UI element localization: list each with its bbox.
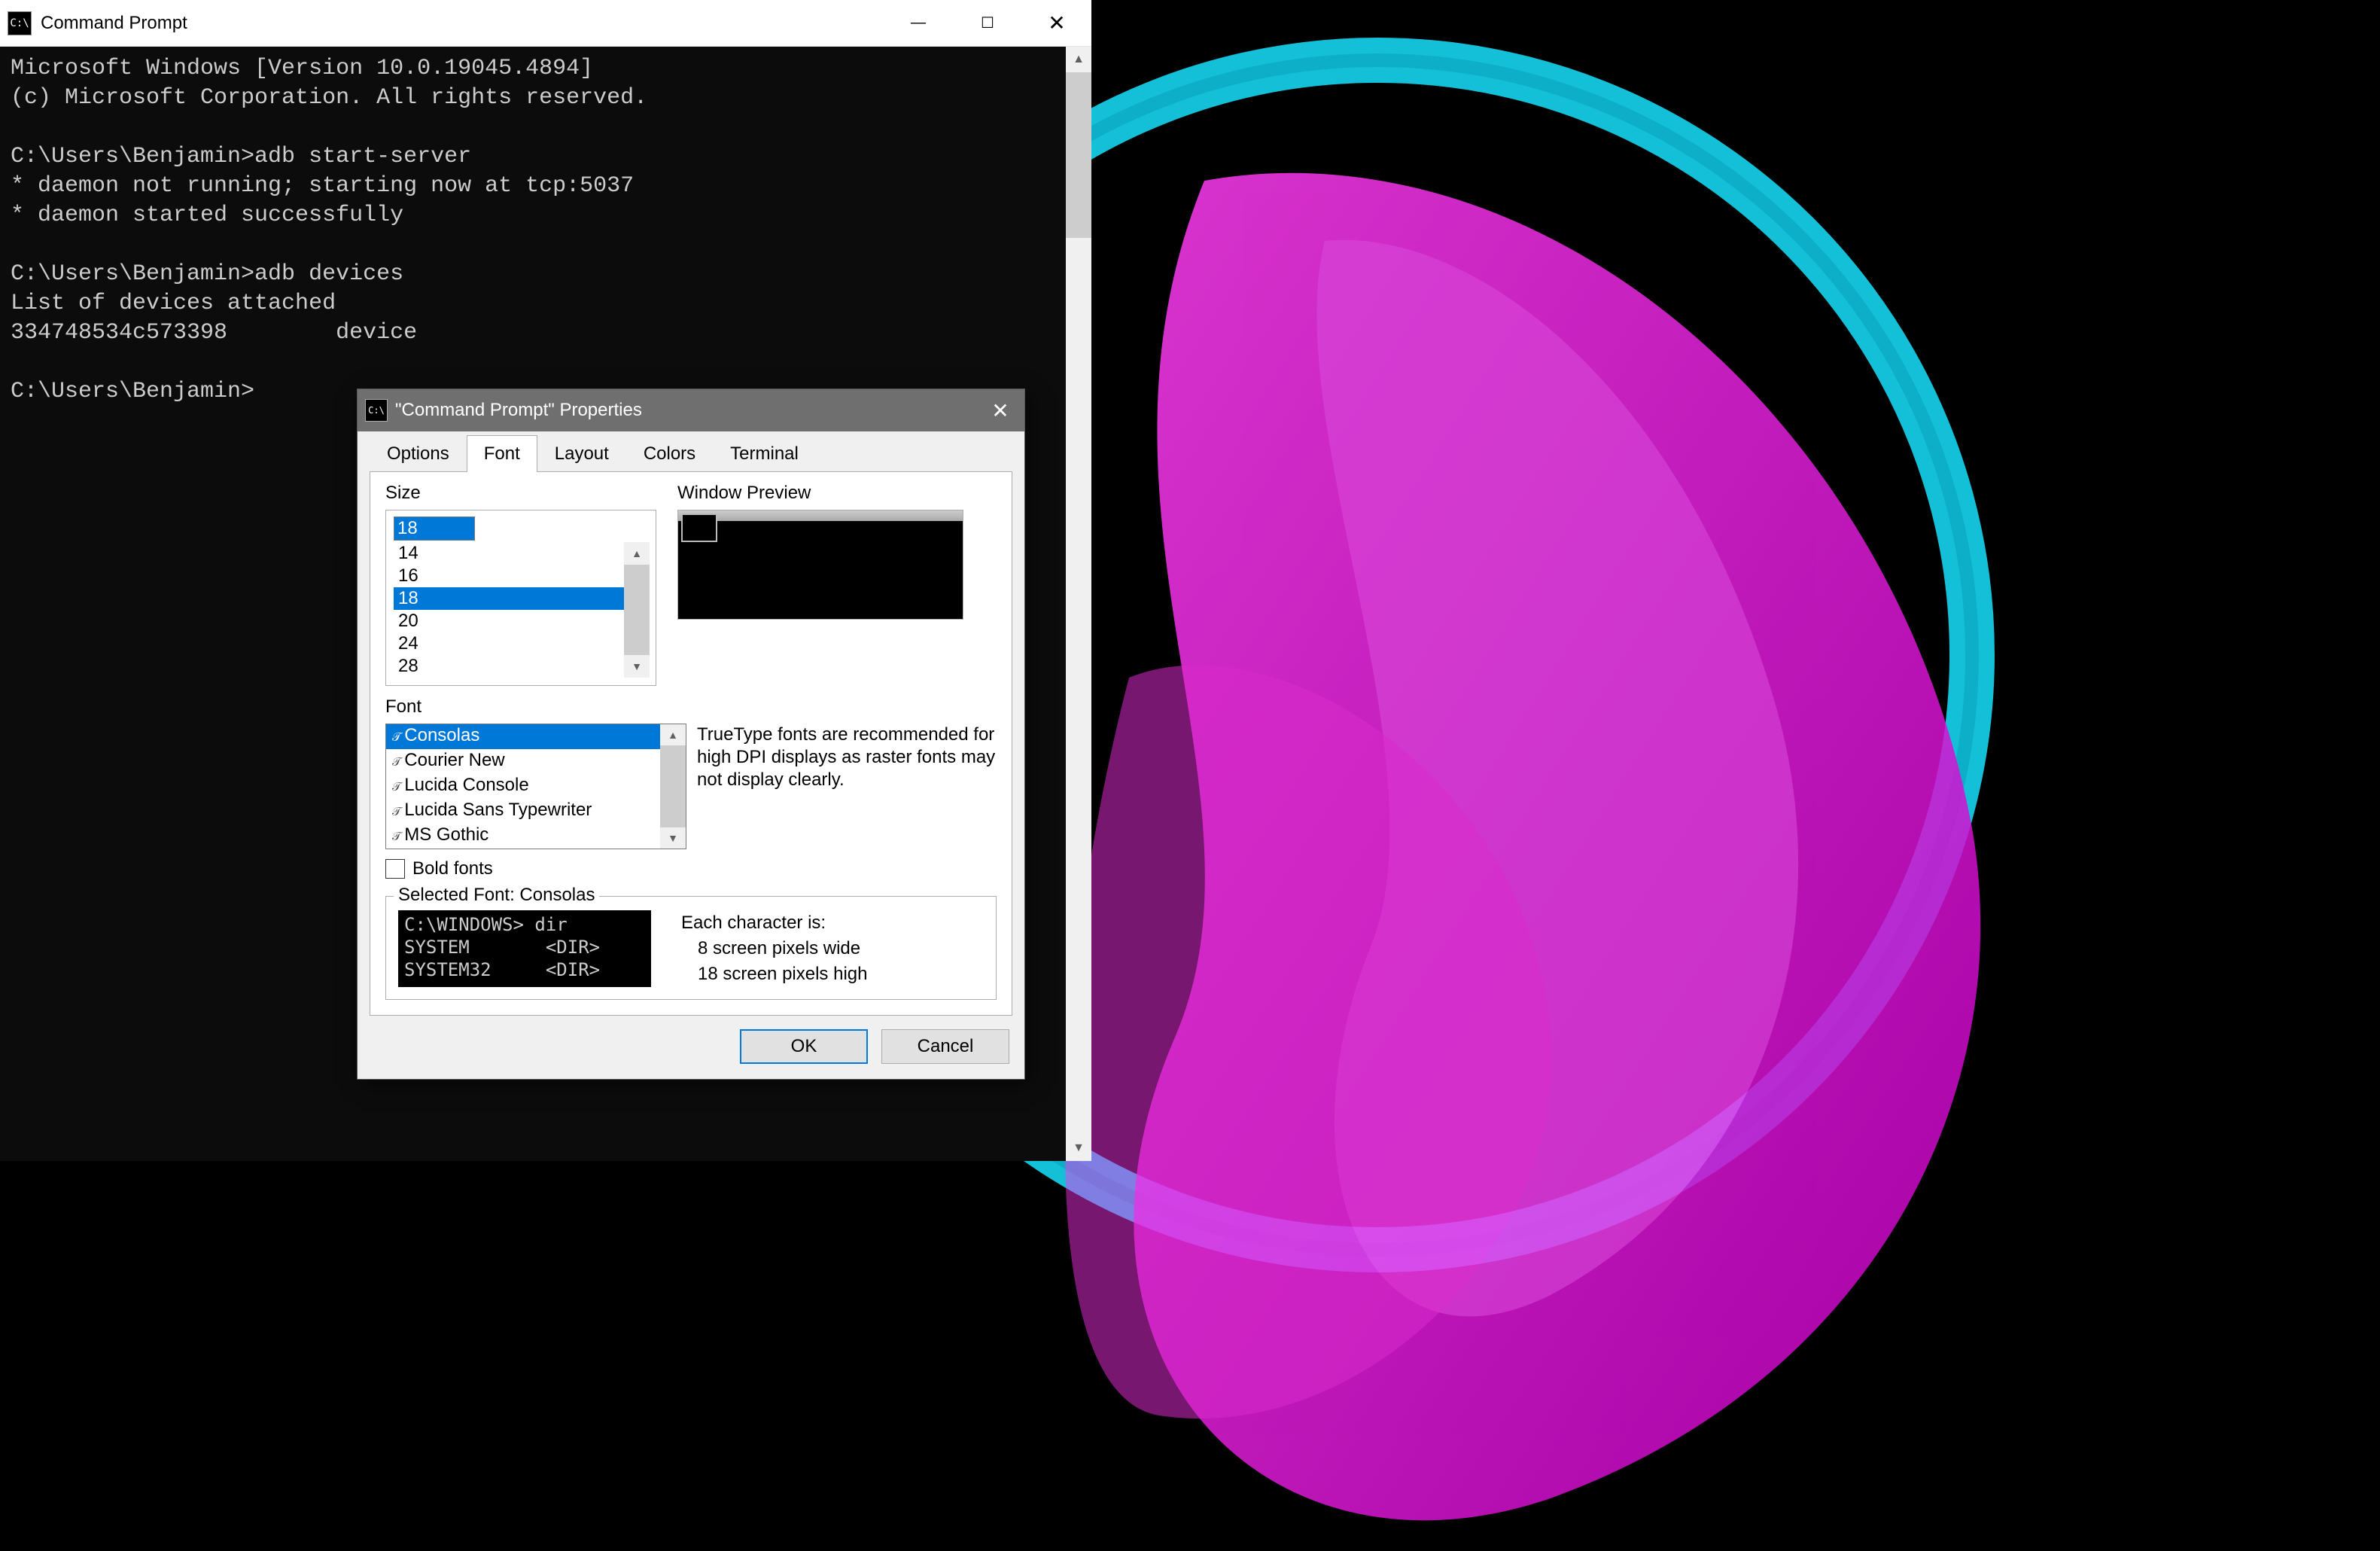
size-option[interactable]: 16 [394, 565, 624, 587]
tab-font[interactable]: Font [467, 435, 537, 472]
properties-title: "Command Prompt" Properties [395, 400, 985, 421]
size-scrollbar[interactable]: ▲ ▼ [624, 542, 650, 678]
size-list[interactable]: 1416182024283672 [394, 542, 624, 678]
font-option[interactable]: MS Gothic [386, 824, 660, 849]
size-input[interactable] [394, 516, 475, 541]
bold-fonts-label: Bold fonts [412, 858, 493, 879]
font-option[interactable]: Consolas [386, 724, 660, 749]
bold-fonts-checkbox[interactable] [385, 859, 405, 879]
font-list[interactable]: ConsolasCourier NewLucida ConsoleLucida … [386, 724, 660, 849]
scroll-down-icon[interactable]: ▼ [660, 827, 686, 849]
properties-dialog: C:\ "Command Prompt" Properties ✕ Option… [357, 389, 1025, 1080]
tab-colors[interactable]: Colors [626, 435, 713, 472]
cmd-icon: C:\ [365, 399, 388, 422]
scroll-up-icon[interactable]: ▲ [624, 542, 650, 565]
font-option[interactable]: Courier New [386, 749, 660, 774]
tab-layout[interactable]: Layout [537, 435, 626, 472]
maximize-button[interactable]: ☐ [953, 0, 1022, 46]
scrollbar-thumb[interactable] [1066, 72, 1091, 238]
close-button[interactable]: ✕ [1022, 0, 1091, 46]
scroll-down-icon[interactable]: ▼ [624, 655, 650, 678]
scroll-up-icon[interactable]: ▲ [1066, 47, 1091, 72]
tabs-row: OptionsFontLayoutColorsTerminal [358, 431, 1024, 471]
char-dimensions-info: Each character is: 8 screen pixels wide … [681, 910, 867, 987]
cmd-icon: C:\ [8, 11, 32, 35]
cmd-scrollbar[interactable]: ▲ ▼ [1066, 47, 1091, 1161]
preview-mini-window [681, 513, 717, 542]
scroll-up-icon[interactable]: ▲ [660, 724, 686, 745]
preview-titlebar [678, 510, 963, 521]
scrollbar-thumb[interactable] [660, 745, 686, 827]
size-option[interactable]: 28 [394, 655, 624, 678]
window-preview [677, 510, 963, 620]
tab-terminal[interactable]: Terminal [713, 435, 816, 472]
scrollbar-thumb[interactable] [624, 565, 650, 655]
font-sample: C:\WINDOWS> dir SYSTEM <DIR> SYSTEM32 <D… [398, 910, 651, 987]
size-option[interactable]: 20 [394, 610, 624, 632]
cancel-button[interactable]: Cancel [881, 1029, 1009, 1064]
char-info-heading: Each character is: [681, 910, 867, 936]
ok-button[interactable]: OK [740, 1029, 868, 1064]
minimize-button[interactable]: — [884, 0, 953, 46]
preview-label: Window Preview [677, 483, 997, 504]
size-option[interactable]: 18 [394, 587, 624, 610]
size-group: 1416182024283672 ▲ ▼ [385, 510, 656, 686]
size-option[interactable]: 14 [394, 542, 624, 565]
char-width-text: 8 screen pixels wide [681, 936, 867, 961]
close-button[interactable]: ✕ [985, 398, 1015, 423]
scroll-down-icon[interactable]: ▼ [1066, 1135, 1091, 1161]
tab-options[interactable]: Options [370, 435, 467, 472]
font-option[interactable]: Lucida Console [386, 774, 660, 799]
selected-font-legend: Selected Font: Consolas [394, 885, 599, 906]
cmd-title: Command Prompt [41, 13, 884, 34]
properties-titlebar[interactable]: C:\ "Command Prompt" Properties ✕ [358, 389, 1024, 431]
size-option[interactable]: 24 [394, 632, 624, 655]
font-help-text: TrueType fonts are recommended for high … [697, 724, 997, 791]
tab-font-panel: Size 1416182024283672 ▲ ▼ Window Preview [370, 471, 1012, 1016]
font-label: Font [385, 696, 997, 718]
size-label: Size [385, 483, 656, 504]
cmd-titlebar[interactable]: C:\ Command Prompt — ☐ ✕ [0, 0, 1091, 47]
char-height-text: 18 screen pixels high [681, 961, 867, 987]
font-option[interactable]: Lucida Sans Typewriter [386, 799, 660, 824]
font-scrollbar[interactable]: ▲ ▼ [660, 724, 686, 849]
scrollbar-track[interactable] [1066, 72, 1091, 1135]
